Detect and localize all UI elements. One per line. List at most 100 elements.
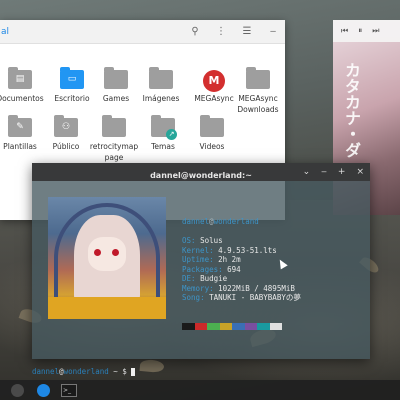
folder-shape — [149, 67, 173, 89]
terminal-titlebar: dannel@wonderland:~ ⌄ ‒ + × — [32, 163, 370, 181]
info-value: 2h 2m — [218, 255, 241, 264]
file-item-label: Temas — [151, 142, 175, 151]
folder-shape: ↗ — [151, 115, 177, 140]
next-icon[interactable]: ⏭ — [372, 26, 379, 36]
taskbar: >_ — [0, 380, 400, 400]
info-separator: : — [191, 236, 201, 245]
file-item[interactable]: ↗ Temas — [137, 115, 189, 152]
info-key: Kernel — [182, 245, 210, 255]
info-row: Memory: 1022MiB / 4895MiB — [182, 284, 301, 294]
file-item-label: Videos — [199, 142, 225, 151]
color-swatch — [244, 323, 257, 330]
leaf-decoration — [139, 358, 165, 374]
file-item[interactable]: Imágenes — [135, 67, 187, 104]
color-swatch — [194, 323, 207, 330]
videos-folder-icon — [200, 115, 224, 138]
share-badge-icon: ↗ — [166, 129, 177, 140]
budgie-menu-icon[interactable] — [8, 381, 26, 399]
folder-glyph: ▤ — [15, 74, 25, 84]
info-separator: : — [200, 293, 210, 302]
terminal-window: dannel@wonderland:~ ⌄ ‒ + × dannel@wonde… — [32, 163, 370, 376]
info-value: Budgie — [200, 274, 228, 283]
list-view-icon[interactable]: ☰ — [241, 20, 253, 44]
file-item[interactable]: Videos — [186, 115, 238, 152]
color-swatches — [182, 323, 282, 330]
info-separator: : — [209, 255, 219, 264]
pause-icon[interactable]: ⏸ — [358, 26, 362, 36]
folder-shape — [246, 67, 270, 89]
games-folder-icon — [104, 67, 128, 90]
info-separator: : — [191, 274, 201, 283]
shell-prompt[interactable]: dannel@wonderland ~ $ — [32, 367, 136, 376]
location-label[interactable]: al — [1, 27, 9, 37]
color-swatch — [232, 323, 245, 330]
terminal-body[interactable]: dannel@wonderland OS: Solus Kernel: 4.9.5… — [32, 181, 370, 376]
info-row: OS: Solus — [182, 236, 301, 246]
close-icon[interactable]: × — [356, 163, 364, 181]
info-value: 4.9.53-51.lts — [218, 245, 277, 255]
file-item-label: Imágenes — [142, 94, 180, 103]
folder-shape: ▤ — [8, 67, 32, 89]
file-item[interactable]: ▤ Documentos — [0, 67, 46, 104]
info-row: Song: TANUKI - BABYBABYの夢 — [182, 293, 301, 303]
file-item[interactable]: ⚇ Público — [40, 115, 92, 152]
terminal-title: dannel@wonderland:~ — [150, 171, 252, 180]
file-item-label: Público — [52, 142, 80, 151]
info-separator: : — [209, 283, 219, 293]
media-controls: ⏮ ⏸ ⏭ — [333, 20, 400, 42]
file-manager-toolbar: ⚲ ⋮ ☰ ‒ — [189, 20, 279, 44]
text-cursor — [131, 368, 136, 376]
templates-folder-icon: ✎ — [8, 115, 32, 138]
file-item-label: MEGAsync Downloads — [237, 94, 279, 114]
dropdown-icon[interactable]: ⌄ — [303, 163, 311, 181]
downloader-icon[interactable] — [34, 381, 52, 399]
folder-shape — [102, 115, 126, 137]
window-controls: ⌄ ‒ + × — [303, 163, 364, 181]
album-art-text: カタカナ・ダ — [342, 62, 361, 158]
document-folder-icon: ▤ — [8, 67, 32, 90]
minimize-icon[interactable]: ‒ — [321, 163, 327, 181]
previous-icon[interactable]: ⏮ — [341, 26, 348, 36]
ascii-art-image — [48, 197, 166, 319]
prompt-user: dannel — [32, 367, 60, 376]
info-key: Song — [182, 293, 201, 302]
color-swatch — [257, 323, 270, 330]
folder-shape: ⚇ — [54, 115, 78, 137]
folder-shape — [200, 115, 224, 137]
search-icon[interactable]: ⚲ — [189, 20, 201, 44]
file-item[interactable]: MEGAsync Downloads — [232, 67, 284, 115]
info-key: DE — [182, 274, 192, 283]
prompt-tail: ~ $ — [108, 367, 132, 376]
info-key: Memory — [182, 283, 210, 293]
pictures-folder-icon — [149, 67, 173, 90]
minimize-icon[interactable]: ‒ — [267, 20, 279, 44]
mega-icon: M — [202, 70, 226, 92]
folder-shape: ▭ — [60, 67, 84, 89]
folder-icon — [102, 115, 126, 138]
file-item-label: retrocitymap page — [89, 142, 139, 162]
color-swatch — [207, 323, 220, 330]
info-header: dannel@wonderland — [182, 217, 301, 227]
character-eye — [94, 249, 101, 256]
flowers — [48, 297, 166, 319]
shared-folder-icon: ↗ — [151, 115, 177, 140]
folder-glyph: ⚇ — [61, 122, 71, 132]
info-rows: OS: Solus Kernel: 4.9.53-51.lts Uptime: 2h… — [182, 236, 301, 303]
folder-icon — [246, 67, 270, 90]
desktop-folder-icon: ▭ — [60, 67, 84, 90]
file-item[interactable]: retrocitymap page — [88, 115, 140, 163]
info-key: Uptime — [182, 255, 210, 264]
info-key: Packages — [182, 264, 219, 274]
mega-logo: M — [203, 70, 225, 92]
terminal-icon[interactable]: >_ — [60, 381, 78, 399]
info-host: wonderland — [213, 217, 259, 226]
info-row: DE: Budgie — [182, 274, 301, 284]
prompt-host: wonderland — [63, 367, 109, 376]
more-options-icon[interactable]: ⋮ — [215, 20, 227, 44]
maximize-icon[interactable]: + — [338, 163, 346, 181]
character-eye — [112, 249, 119, 256]
color-swatch — [219, 323, 232, 330]
info-value: 1022MiB / 4895MiB — [218, 283, 295, 293]
info-separator: : — [209, 245, 219, 255]
info-value: Solus — [200, 236, 223, 245]
